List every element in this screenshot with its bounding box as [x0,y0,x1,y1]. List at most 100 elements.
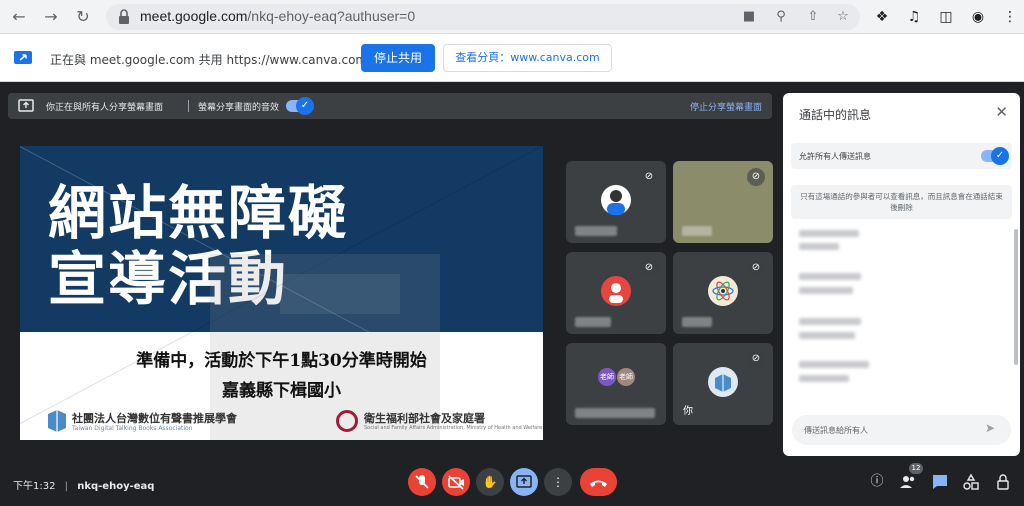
reload-icon[interactable]: ↻ [72,6,94,28]
chat-message-blurred [799,243,839,250]
mic-off-icon: ⊘ [640,259,658,277]
present-screen-icon [18,99,34,112]
send-icon[interactable]: ➤ [985,421,1001,437]
camera-icon[interactable]: ■ [740,8,758,26]
avatar: 老師 [617,368,635,386]
participant-tile[interactable]: ⊘ [566,252,666,334]
url-text: meet.google.com/nkq-ehoy-eaq?authuser=0 [140,8,416,24]
present-now-button[interactable] [510,468,538,496]
back-icon[interactable]: ← [8,6,30,28]
book-logo-icon [48,410,66,432]
screen-share-icon [14,51,32,64]
check-icon: ✓ [991,147,1009,165]
sponsor-name: 衛生福利部社會及家庭署 [364,412,485,425]
close-icon[interactable]: ✕ [995,103,1008,121]
zoom-icon[interactable]: ⚲ [772,8,790,26]
presenting-bar: 你正在與所有人分享螢幕畫面 螢幕分享畫面的音效 ✓ 停止分享螢幕畫面 [8,93,772,119]
check-icon: ✓ [296,97,314,115]
participant-tile[interactable]: ⊘ [673,161,773,243]
hang-up-icon [590,480,607,487]
view-tab-button[interactable]: 查看分頁：www.canva.com [443,44,612,72]
more-options-button[interactable]: ⋮ [544,468,572,496]
mic-off-icon: ⊘ [747,259,765,277]
mic-off-icon: ⊘ [640,168,658,186]
mic-off-icon: ⊘ [747,350,765,368]
avatar [601,185,631,215]
chat-title: 通話中的訊息 [799,108,872,122]
participant-name-blurred [682,226,712,236]
mic-off-icon [415,475,429,489]
lock-icon [119,9,129,24]
meet-stage: 你正在與所有人分享螢幕畫面 螢幕分享畫面的音效 ✓ 停止分享螢幕畫面 網站無障礙… [0,82,1024,505]
participant-tile[interactable]: 老師 老師 [566,343,666,425]
slide-subtitle: 準備中，活動於下午1點30分準時開始 [136,351,427,371]
participant-tile-self[interactable]: ⊘ 你 [673,343,773,425]
chat-privacy-note: 只有這場通話的參與者可以查看訊息，而且訊息會在通話結束後刪除 [791,185,1012,219]
camera-off-button[interactable] [442,468,470,496]
chat-icon[interactable] [930,472,950,492]
side-panel-icon[interactable]: ◫ [936,7,956,27]
chat-message-blurred [799,318,861,325]
chat-message-blurred [799,361,869,368]
chat-panel: 通話中的訊息 ✕ 允許所有人傳送訊息 ✓ 只有這場通話的參與者可以查看訊息，而且… [783,93,1020,456]
chat-message-blurred [799,273,861,280]
camera-off-icon [448,475,464,490]
slide-school-name: 嘉義縣下楫國小 [222,381,341,401]
chat-input[interactable]: 傳送訊息給所有人 ➤ [792,415,1011,445]
more-menu-icon[interactable]: ⋮ [1000,7,1020,27]
share-page-icon[interactable]: ⇧ [804,8,822,26]
avatar [601,276,631,306]
share-audio-toggle[interactable]: ✓ [286,97,314,115]
people-icon[interactable] [898,472,918,492]
extensions-puzzle-icon[interactable]: ❖ [872,7,892,27]
host-controls-icon[interactable] [993,472,1013,492]
activities-icon[interactable] [961,472,981,492]
chat-message-blurred [799,332,855,339]
shared-screen: 網站無障礙 宣導活動 準備中，活動於下午1點30分準時開始 嘉義縣下楫國小 社團… [20,146,543,440]
divider [188,100,189,112]
participant-name-blurred [575,226,617,236]
participant-name-blurred [682,317,712,327]
organizer-name: 社團法人台灣數位有聲書推展學會 [72,412,237,425]
divider: | [64,481,69,492]
share-audio-label: 螢幕分享畫面的音效 [198,103,280,113]
chat-message-blurred [799,287,853,294]
address-bar[interactable]: meet.google.com/nkq-ehoy-eaq?authuser=0 … [106,4,860,30]
participant-tile[interactable]: ⊘ [673,252,773,334]
presenting-text: 你正在與所有人分享螢幕畫面 [46,103,164,113]
avatar [708,367,738,397]
chat-scrollbar[interactable] [1014,229,1018,365]
chat-input-placeholder: 傳送訊息給所有人 [804,426,868,435]
sponsor-name-en: Social and Family Affairs Administration… [364,425,543,431]
allow-messages-toggle[interactable]: ✓ [981,147,1009,165]
organizer-name-en: Taiwan Digital Talking Books Association [72,425,193,432]
stop-sharing-button[interactable]: 停止共用 [361,44,435,72]
sharing-message: 正在與 meet.google.com 共用 https://www.canva… [50,53,368,67]
chat-message-blurred [799,230,859,237]
avatar [708,276,738,306]
media-control-icon[interactable]: ♫ [904,7,924,27]
meeting-details-icon[interactable]: ⓘ [867,472,887,492]
participant-count-badge: 12 [909,463,923,474]
clock-time: 下午1:32 [13,481,56,492]
raise-hand-button[interactable]: ✋ [476,468,504,496]
participant-tile[interactable]: ⊘ [566,161,666,243]
profile-avatar-icon[interactable]: ◉ [968,7,988,27]
leave-call-button[interactable] [580,468,617,496]
forward-icon[interactable]: → [40,6,62,28]
allow-messages-label: 允許所有人傳送訊息 [799,152,871,161]
tab-sharing-bar: 正在與 meet.google.com 共用 https://www.canva… [0,34,1024,82]
stop-presenting-link[interactable]: 停止分享螢幕畫面 [690,100,762,113]
chat-message-blurred [799,375,849,382]
mic-off-icon: ⊘ [747,168,765,186]
allow-messages-row: 允許所有人傳送訊息 ✓ [791,143,1012,169]
bookmark-star-icon[interactable]: ☆ [834,8,852,26]
mic-off-button[interactable] [408,468,436,496]
meeting-info: 下午1:32 | nkq-ehoy-eaq [13,477,154,492]
hand-icon: ✋ [482,475,498,489]
browser-toolbar: ← → ↻ meet.google.com/nkq-ehoy-eaq?authu… [0,0,1024,34]
meeting-code: nkq-ehoy-eaq [77,481,155,492]
participant-name-blurred [575,408,655,418]
more-vert-icon: ⋮ [552,475,564,489]
decor-block [280,274,400,314]
